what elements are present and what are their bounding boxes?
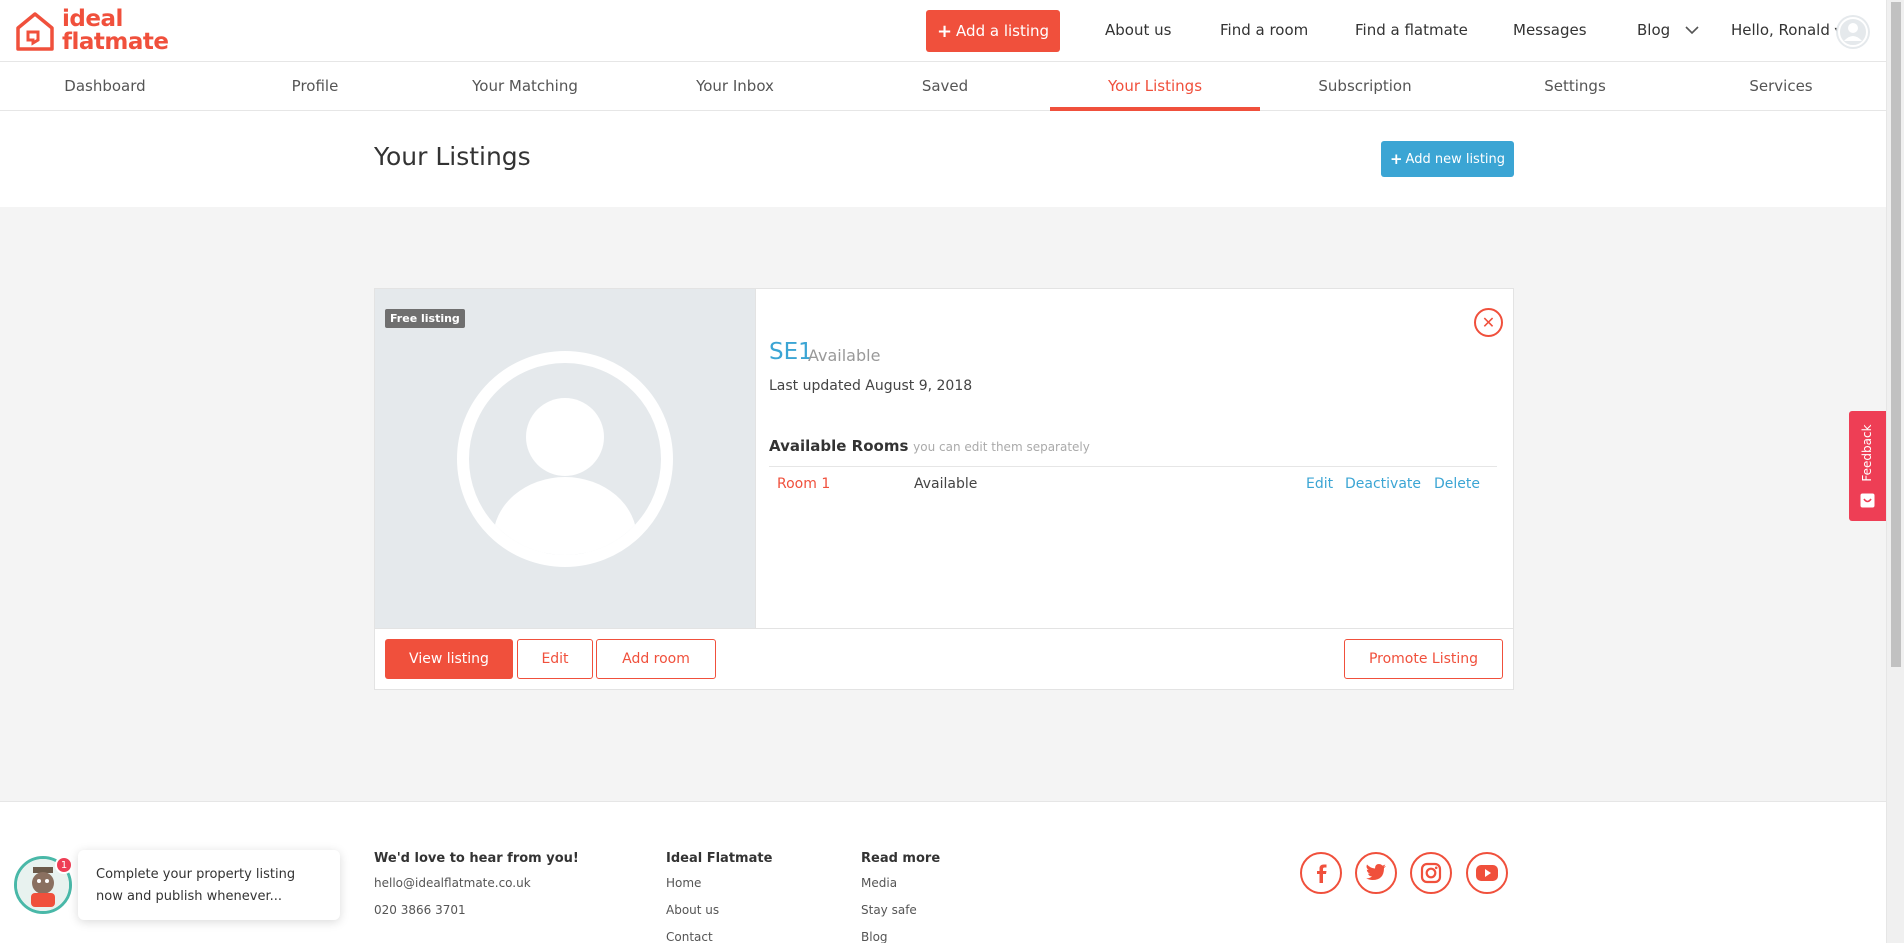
footer-link-contact[interactable]: Contact <box>666 930 713 943</box>
footer-col2-title: Ideal Flatmate <box>666 851 773 866</box>
room-1-status: Available <box>914 476 978 492</box>
nav-blog-label: Blog <box>1637 21 1671 39</box>
rooms-divider <box>769 466 1497 467</box>
close-icon: ✕ <box>1481 313 1496 332</box>
plus-icon: + <box>936 20 953 42</box>
listing-photo[interactable]: Free listing <box>375 289 755 629</box>
room-deactivate-link[interactable]: Deactivate <box>1345 476 1421 492</box>
logo-text-ideal: ideal <box>62 6 123 32</box>
facebook-icon <box>1317 864 1327 883</box>
listing-info <box>755 289 1513 629</box>
chevron-down-icon <box>1685 26 1699 35</box>
user-greeting: Hello, Ronald <box>1731 21 1830 39</box>
free-listing-badge: Free listing <box>385 309 465 328</box>
feedback-label: Feedback <box>1860 424 1874 482</box>
photo-placeholder-icon <box>457 351 673 567</box>
tab-dashboard[interactable]: Dashboard <box>0 62 210 111</box>
page-title: Your Listings <box>374 142 531 171</box>
available-rooms-title: Available Rooms <box>769 437 909 455</box>
tab-saved[interactable]: Saved <box>840 62 1050 111</box>
add-new-listing-label: Add new listing <box>1405 151 1506 167</box>
footer-contact-title: We'd love to hear from you! <box>374 851 579 866</box>
available-rooms-subtitle: you can edit them separately <box>913 440 1090 454</box>
page-scrollbar[interactable] <box>1886 0 1904 943</box>
top-navbar: ideal flatmate + Add a listing About us … <box>0 0 1886 62</box>
listing-status: Available <box>808 346 881 365</box>
tab-profile[interactable]: Profile <box>210 62 420 111</box>
promote-listing-button[interactable]: Promote Listing <box>1344 639 1503 679</box>
add-room-button[interactable]: Add room <box>596 639 716 679</box>
footer-col3-title: Read more <box>861 851 941 866</box>
scrollbar-thumb[interactable] <box>1891 2 1901 667</box>
footer-link-blog[interactable]: Blog <box>861 930 888 943</box>
add-listing-button[interactable]: + Add a listing <box>926 10 1060 52</box>
footer-email-link[interactable]: hello@idealflatmate.co.uk <box>374 876 531 890</box>
available-rooms-heading: Available Rooms you can edit them separa… <box>769 437 1090 455</box>
youtube-button[interactable] <box>1466 852 1508 894</box>
plus-icon: + <box>1389 150 1403 168</box>
instagram-button[interactable] <box>1410 852 1452 894</box>
footer-link-stay-safe[interactable]: Stay safe <box>861 903 917 917</box>
add-new-listing-button[interactable]: + Add new listing <box>1381 141 1514 177</box>
nav-find-room[interactable]: Find a room <box>1220 21 1308 39</box>
logo-text-flatmate: flatmate <box>62 29 169 55</box>
youtube-icon <box>1476 865 1498 881</box>
nav-blog[interactable]: Blog <box>1637 21 1699 39</box>
footer-link-home[interactable]: Home <box>666 876 701 890</box>
edit-listing-button[interactable]: Edit <box>517 639 593 679</box>
tab-services[interactable]: Services <box>1676 62 1886 111</box>
chat-notification-badge: 1 <box>55 856 73 874</box>
house-logo-icon <box>16 12 54 51</box>
feedback-tab[interactable]: Feedback <box>1849 411 1886 521</box>
user-placeholder-icon <box>1838 17 1868 47</box>
add-listing-label: Add a listing <box>956 22 1050 40</box>
account-tabs: Dashboard Profile Your Matching Your Inb… <box>0 62 1886 111</box>
tab-subscription[interactable]: Subscription <box>1260 62 1470 111</box>
listing-actions: View listing Edit Add room Promote Listi… <box>375 628 1513 688</box>
feedback-smile-icon <box>1860 493 1875 508</box>
last-updated: Last updated August 9, 2018 <box>769 378 973 394</box>
chat-message-bubble[interactable]: Complete your property listing now and p… <box>78 850 340 920</box>
tab-your-inbox[interactable]: Your Inbox <box>630 62 840 111</box>
footer-link-media[interactable]: Media <box>861 876 897 890</box>
nav-about-us[interactable]: About us <box>1105 21 1171 39</box>
facebook-button[interactable] <box>1300 852 1342 894</box>
nav-messages[interactable]: Messages <box>1513 21 1587 39</box>
user-menu[interactable]: Hello, Ronald ▼ <box>1731 21 1843 39</box>
room-delete-link[interactable]: Delete <box>1434 476 1480 492</box>
remove-listing-button[interactable]: ✕ <box>1474 308 1503 337</box>
room-1-link[interactable]: Room 1 <box>777 476 830 492</box>
footer-phone: 020 3866 3701 <box>374 903 466 917</box>
nav-find-flatmate[interactable]: Find a flatmate <box>1355 21 1468 39</box>
tab-your-listings[interactable]: Your Listings <box>1050 62 1260 111</box>
tab-your-matching[interactable]: Your Matching <box>420 62 630 111</box>
footer-link-about[interactable]: About us <box>666 903 719 917</box>
logo[interactable]: ideal flatmate <box>14 8 169 54</box>
listing-postcode[interactable]: SE1 <box>769 339 813 365</box>
room-edit-link[interactable]: Edit <box>1306 476 1333 492</box>
view-listing-button[interactable]: View listing <box>385 639 513 679</box>
page-header <box>0 111 1886 207</box>
instagram-icon <box>1420 862 1442 884</box>
tab-settings[interactable]: Settings <box>1470 62 1680 111</box>
avatar[interactable] <box>1836 15 1870 49</box>
twitter-icon <box>1366 864 1386 880</box>
twitter-button[interactable] <box>1355 852 1397 894</box>
